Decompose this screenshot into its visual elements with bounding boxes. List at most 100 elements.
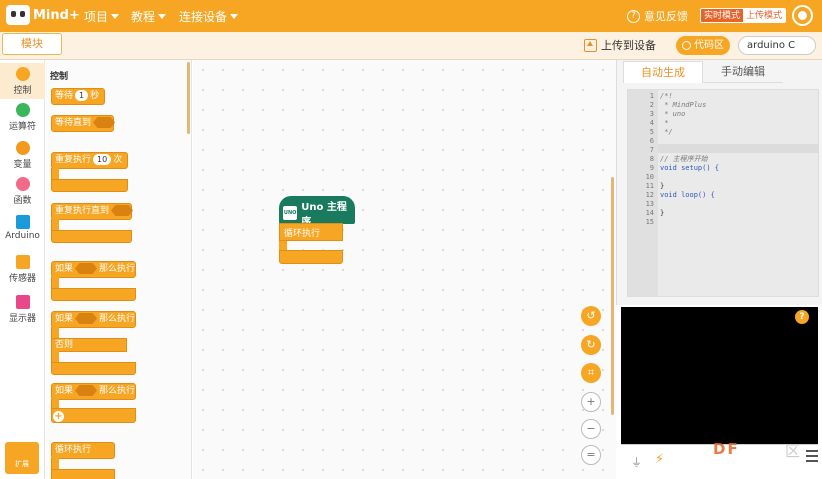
code-line: * MindPlus	[660, 101, 707, 109]
block-wait-seconds[interactable]: 等待 1 秒	[51, 88, 105, 105]
menu-connect-device[interactable]: 连接设备	[179, 8, 239, 25]
block-foot	[51, 288, 136, 301]
zoom-in-icon[interactable]: +	[581, 392, 601, 412]
line-number: 7	[649, 146, 654, 154]
menu-tutorial[interactable]: 教程	[131, 8, 167, 25]
code-editor[interactable]: 1 /*! 2 * MindPlus 3 * uno 4 * 5 */ 6 7 8 // 主程序开…	[627, 89, 819, 297]
block-repeat-times[interactable]: 重复执行 10 次	[51, 152, 128, 169]
block-text: 秒	[90, 91, 100, 101]
serial-console[interactable]: ?	[621, 307, 818, 444]
line-number: 4	[649, 119, 654, 127]
line-number: 1	[649, 92, 654, 100]
watermark-text: 区	[785, 442, 801, 460]
block-forever[interactable]: 循环执行	[51, 442, 115, 459]
add-plus-icon[interactable]: +	[53, 411, 64, 422]
code-line: }	[660, 209, 665, 217]
feedback-link[interactable]: ? 意见反馈	[627, 8, 688, 24]
crop-icon[interactable]: ⌗	[581, 363, 601, 383]
number-input[interactable]: 10	[93, 154, 112, 165]
mode-switch[interactable]: 实时模式 上传模式	[700, 8, 787, 23]
code-line: */	[660, 128, 673, 136]
category-sidebar: 控制 运算符 变量 函数 Arduino 传感器 显示器	[0, 60, 45, 479]
block-text: 重复执行	[55, 155, 92, 165]
block-text: 次	[113, 155, 123, 165]
uno-main-block[interactable]: UNO Uno 主程序	[279, 196, 355, 228]
menu-connect-label: 连接设备	[179, 10, 228, 24]
code-area-button[interactable]: 代码区	[676, 36, 730, 55]
top-bar: Mind+ 项目 教程 连接设备 ? 意见反馈 实时模式 上传模式	[0, 0, 822, 32]
block-text: 等待	[55, 91, 74, 101]
upload-icon	[584, 38, 597, 52]
chip-icon	[15, 215, 30, 229]
boolean-slot	[93, 117, 116, 128]
mode-upload[interactable]: 上传模式	[743, 9, 786, 22]
category-variables[interactable]: 变量	[0, 141, 45, 170]
line-number: 12	[645, 191, 654, 199]
extension-button[interactable]: 扩展	[5, 442, 39, 474]
loop-label: 循环执行	[284, 229, 321, 239]
line-number: 13	[645, 200, 654, 208]
workspace-scrollbar[interactable]	[611, 177, 614, 415]
block-text: 等待直到	[55, 118, 92, 128]
line-number: 15	[645, 218, 654, 226]
app-logo-text: Mind+	[33, 7, 80, 23]
tab-manual-edit[interactable]: 手动编辑	[703, 61, 783, 83]
line-number: 2	[649, 101, 654, 109]
uno-board-icon: UNO	[283, 206, 298, 220]
block-foot	[51, 469, 115, 479]
block-text: 重复执行直到	[55, 206, 110, 216]
undo-icon[interactable]: ↺	[581, 306, 601, 326]
block-if-then-plus[interactable]: 如果 那么执行	[51, 383, 136, 400]
block-repeat-until[interactable]: 重复执行直到	[51, 203, 134, 220]
extension-label: 扩展	[15, 460, 29, 468]
category-control[interactable]: 控制	[0, 63, 45, 99]
category-functions[interactable]: 函数	[0, 177, 45, 206]
flyout-scrollbar[interactable]	[187, 62, 190, 134]
category-operators[interactable]: 运算符	[0, 103, 45, 132]
menu-icon[interactable]	[806, 450, 818, 462]
flyout-title: 控制	[50, 72, 69, 82]
help-circle-icon: ?	[627, 9, 640, 23]
board-select[interactable]: arduino C	[738, 36, 816, 55]
block-if-else[interactable]: 如果 那么执行	[51, 311, 136, 328]
upload-button[interactable]: 上传到设备	[584, 37, 656, 53]
block-text: 如果	[55, 264, 74, 274]
code-line: /*!	[660, 92, 673, 100]
block-else: 否则	[51, 338, 127, 352]
category-sensors[interactable]: 传感器	[0, 255, 45, 284]
category-label: 变量	[13, 160, 32, 170]
category-display[interactable]: 显示器	[0, 295, 45, 324]
code-line: }	[660, 182, 665, 190]
block-foot	[279, 250, 343, 264]
block-workspace[interactable]: UNO Uno 主程序 循环执行 ↺ ↻ ⌗ + − =	[193, 60, 616, 479]
console-toolbar: ⏚ ⚡ DF 区	[621, 440, 818, 474]
tab-blocks[interactable]: 模块	[2, 33, 62, 55]
code-line: void loop() {	[660, 191, 715, 199]
zoom-out-icon[interactable]: −	[581, 419, 601, 439]
sensor-icon	[15, 255, 30, 269]
menu-project[interactable]: 项目	[84, 8, 120, 25]
flash-icon[interactable]: ⚡	[655, 452, 664, 467]
block-if-then[interactable]: 如果 那么执行	[51, 261, 136, 278]
category-arduino[interactable]: Arduino	[0, 215, 45, 241]
menu-tutorial-label: 教程	[131, 10, 156, 24]
forever-loop-block[interactable]: 循环执行	[279, 223, 343, 241]
current-line-highlight	[658, 144, 818, 153]
category-control-icon	[15, 67, 30, 81]
line-number: 14	[645, 209, 654, 217]
gear-icon[interactable]	[794, 7, 811, 24]
code-area-label: 代码区	[694, 40, 724, 51]
tab-auto-generate[interactable]: 自动生成	[623, 61, 703, 83]
zoom-reset-icon[interactable]: =	[581, 445, 601, 465]
block-text: 那么执行	[99, 314, 136, 324]
app-logo[interactable]: Mind+	[6, 5, 80, 25]
number-input[interactable]: 1	[75, 90, 89, 101]
redo-icon[interactable]: ↻	[581, 335, 601, 355]
help-icon[interactable]: ?	[795, 310, 809, 324]
line-number: 3	[649, 110, 654, 118]
category-label: 显示器	[8, 314, 36, 324]
block-wait-until[interactable]: 等待直到	[51, 115, 116, 132]
menu-project-label: 项目	[84, 10, 109, 24]
usb-icon[interactable]: ⏚	[631, 454, 642, 470]
mode-realtime[interactable]: 实时模式	[701, 9, 744, 22]
